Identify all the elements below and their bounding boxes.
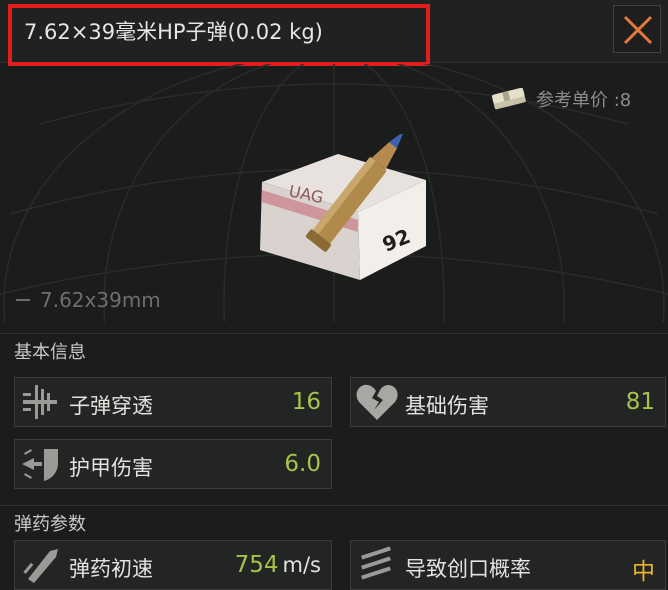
stat-base-damage-label: 基础伤害 xyxy=(405,394,489,418)
armor-damage-icon xyxy=(22,449,58,481)
stat-armor-damage: 护甲伤害 6.0 xyxy=(14,439,332,489)
stat-wound-chance: 导致创口概率 中 xyxy=(350,540,666,590)
stat-penetration-label: 子弹穿透 xyxy=(69,394,153,418)
reference-price: 参考单价 :8 xyxy=(490,86,631,112)
caliber-label: 7.62x39mm xyxy=(16,288,161,312)
section-ammo-params: 弹药参数 xyxy=(0,505,668,538)
stat-wound-chance-value: 中 xyxy=(632,559,655,585)
item-inspect-window: 7.62×39毫米HP子弹(0.02 kg) UAG 92 7.62x39mm … xyxy=(0,0,668,590)
money-stack-icon xyxy=(491,88,526,110)
section-ammo-params-title: 弹药参数 xyxy=(14,514,86,535)
stat-penetration: 子弹穿透 16 xyxy=(14,377,332,427)
muzzle-velocity-icon xyxy=(23,549,58,583)
section-basic-info: 基本信息 xyxy=(0,333,668,366)
window-header: 7.62×39毫米HP子弹(0.02 kg) xyxy=(0,0,668,66)
stat-armor-damage-value: 6.0 xyxy=(284,451,321,477)
title-highlight-box xyxy=(8,4,430,66)
caliber-text: 7.62x39mm xyxy=(40,288,161,312)
stat-base-damage-value: 81 xyxy=(625,389,655,415)
wound-chance-icon xyxy=(361,546,391,580)
stat-penetration-value: 16 xyxy=(291,389,321,415)
stat-wound-chance-label: 导致创口概率 xyxy=(405,557,531,581)
stat-muzzle-velocity-unit: m/s xyxy=(282,553,321,577)
section-basic-info-title: 基本信息 xyxy=(14,342,86,363)
stat-muzzle-velocity-label: 弹药初速 xyxy=(69,557,153,581)
stat-muzzle-velocity: 弹药初速 754 m/s xyxy=(14,540,332,590)
stat-muzzle-velocity-number: 754 xyxy=(234,552,279,578)
caliber-dash xyxy=(16,299,30,301)
stat-base-damage: 基础伤害 81 xyxy=(350,377,666,427)
broken-heart-icon xyxy=(356,384,398,420)
close-icon xyxy=(623,15,653,45)
close-button[interactable] xyxy=(613,5,661,53)
stat-armor-damage-label: 护甲伤害 xyxy=(69,456,153,480)
reference-price-text: 参考单价 :8 xyxy=(536,90,632,111)
penetration-icon xyxy=(23,385,57,419)
stat-muzzle-velocity-value: 754 m/s xyxy=(235,552,321,578)
ammo-box-image: UAG 92 xyxy=(260,134,426,280)
